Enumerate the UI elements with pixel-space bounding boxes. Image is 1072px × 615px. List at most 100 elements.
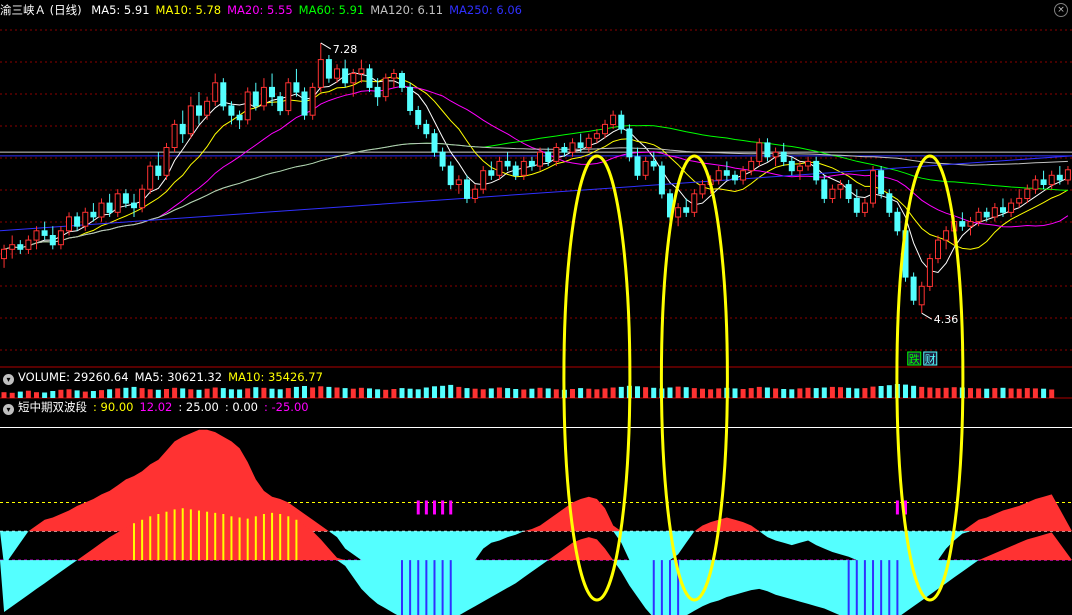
candle xyxy=(553,142,560,167)
volume-bar xyxy=(756,386,762,398)
volume-bar xyxy=(480,389,486,399)
candle-body xyxy=(423,123,430,135)
volume-bar xyxy=(245,388,251,398)
volume-bar xyxy=(667,387,673,398)
candle-body xyxy=(74,216,81,227)
highlight-ellipse xyxy=(562,154,632,602)
volume-bar xyxy=(139,388,145,398)
candle-body xyxy=(309,86,316,116)
candle-body xyxy=(642,160,649,176)
candle-body xyxy=(464,179,470,199)
volume-bar xyxy=(521,389,527,398)
candle xyxy=(407,82,414,116)
volume-bar xyxy=(269,388,275,398)
volume-bar xyxy=(74,390,80,398)
candle xyxy=(935,235,941,264)
volume-bar xyxy=(789,389,795,399)
candle-body xyxy=(561,147,568,153)
volume-bar xyxy=(496,387,502,398)
volume-bar xyxy=(813,388,819,398)
ma-legend-item-5: MA250: 6.06 xyxy=(449,3,522,17)
volume-bar xyxy=(358,387,364,398)
candle-body xyxy=(1040,179,1047,185)
candle-body xyxy=(122,193,129,204)
candle-body xyxy=(285,82,292,112)
candle xyxy=(991,203,998,222)
volume-header: ▾ VOLUME: 29260.64 MA5: 30621.32 MA10: 3542… xyxy=(0,368,329,386)
volume-bar xyxy=(342,388,348,398)
volume-bar xyxy=(984,388,990,398)
candle-body xyxy=(415,110,422,125)
candle xyxy=(382,73,389,102)
candle xyxy=(17,240,24,254)
candle-body xyxy=(269,86,275,98)
volume-bar xyxy=(164,389,169,398)
volume-bar xyxy=(748,388,754,398)
volume-bar xyxy=(781,389,787,398)
volume-bar xyxy=(1032,388,1038,398)
candle xyxy=(878,166,885,199)
candle xyxy=(1064,166,1071,185)
candle xyxy=(813,156,820,185)
close-icon[interactable]: × xyxy=(1054,3,1068,17)
volume-bar xyxy=(870,386,876,398)
candle-body xyxy=(650,160,657,167)
candle xyxy=(33,226,40,250)
candle-body xyxy=(9,244,16,250)
candle-body xyxy=(1056,174,1063,181)
volume-bar xyxy=(375,389,381,399)
low-label: 4.36 xyxy=(934,313,959,326)
candle-body xyxy=(894,211,901,232)
candle xyxy=(853,189,860,217)
candle-body xyxy=(407,86,414,112)
volume-bar xyxy=(367,388,372,398)
candle xyxy=(464,175,470,204)
candle xyxy=(350,68,357,97)
candle-body xyxy=(926,258,933,287)
stock-chart[interactable]: 7.28 4.36 跌财 xyxy=(0,0,1072,615)
candle-body xyxy=(358,68,365,75)
candle xyxy=(309,82,316,120)
candle-body xyxy=(748,160,755,172)
volume-bar xyxy=(415,389,421,399)
volume-bar xyxy=(643,387,649,398)
volume-bar xyxy=(838,387,843,398)
candle-body xyxy=(878,170,885,195)
collapse-indicator-icon[interactable]: ▾ xyxy=(3,404,14,415)
candle-body xyxy=(618,114,625,130)
candle-body xyxy=(90,211,97,218)
high-label: 7.28 xyxy=(333,43,358,56)
volume-bar xyxy=(220,388,226,398)
candle xyxy=(1000,198,1006,217)
candle xyxy=(25,235,32,254)
candle xyxy=(894,207,901,236)
collapse-volume-icon[interactable]: ▾ xyxy=(3,374,14,385)
candlestick-series xyxy=(1,42,1071,314)
volume-bar xyxy=(58,389,64,398)
candle-body xyxy=(553,147,560,162)
volume-bar xyxy=(700,388,705,398)
candle-body xyxy=(382,77,389,98)
candle xyxy=(1008,198,1015,217)
candle xyxy=(244,87,251,125)
candle xyxy=(390,68,397,88)
volume-bar xyxy=(943,387,949,398)
volume-bar xyxy=(334,387,340,398)
candle-body xyxy=(756,142,763,162)
candle xyxy=(106,193,113,217)
candle xyxy=(626,124,633,162)
volume-bar xyxy=(764,387,770,398)
candle-body xyxy=(853,197,860,213)
candle-body xyxy=(959,221,966,227)
volume-bar xyxy=(586,388,592,398)
candle xyxy=(699,179,706,199)
ma-legend-item-4: MA120: 6.11 xyxy=(370,3,444,17)
candle xyxy=(780,142,787,167)
candle-body xyxy=(41,230,48,236)
candle-body xyxy=(488,170,495,176)
candle-body xyxy=(577,142,584,148)
candle xyxy=(196,92,202,125)
candle xyxy=(317,42,324,93)
stock-title[interactable]: 渝三峡Ａ (日线) xyxy=(0,3,82,17)
candle-body xyxy=(691,193,698,213)
